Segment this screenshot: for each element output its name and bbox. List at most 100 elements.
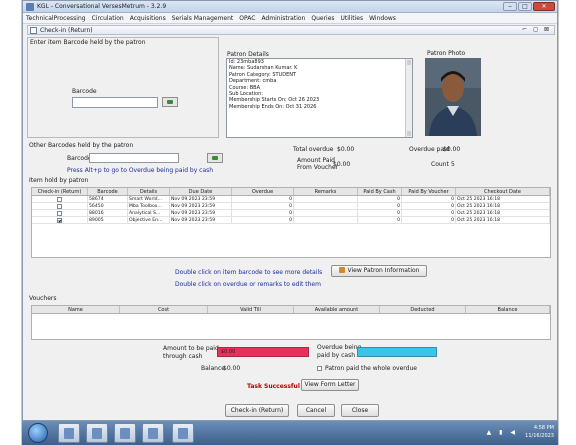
overdue-cash-field[interactable] bbox=[357, 347, 437, 357]
col-balance[interactable]: Balance bbox=[466, 306, 550, 313]
taskbar-app-icon[interactable] bbox=[86, 423, 108, 443]
taskbar-app-icon[interactable] bbox=[114, 423, 136, 443]
other-barcode-label: Barcode bbox=[67, 155, 92, 162]
table-row[interactable]: 56450 Mba Toolbox... Nov 09 2023 23:59 0… bbox=[32, 203, 550, 210]
cell-barcode[interactable]: 58674 bbox=[88, 196, 128, 202]
vouchers-table bbox=[31, 314, 551, 340]
cell-overdue[interactable]: 0 bbox=[232, 203, 294, 209]
menu-utilities[interactable]: Utilities bbox=[338, 13, 367, 22]
taskbar: ▲ ▮ ◀ 4:58 PM 11/16/2023 bbox=[22, 421, 558, 445]
col-deducted[interactable]: Deducted bbox=[380, 306, 466, 313]
items-heading: Item hold by patron bbox=[29, 177, 89, 184]
barcode-heading: Enter item Barcode held by the patron bbox=[30, 39, 146, 46]
minimize-button[interactable]: ‒ bbox=[503, 2, 517, 11]
col-details[interactable]: Details bbox=[128, 188, 170, 195]
col-voucher-name[interactable]: Name bbox=[32, 306, 120, 313]
app-icon bbox=[26, 3, 34, 11]
amount-cash-field[interactable]: $0.00 bbox=[217, 347, 309, 357]
col-valid-till[interactable]: Valid Till bbox=[208, 306, 294, 313]
cell-barcode[interactable]: 89005 bbox=[88, 217, 128, 223]
menu-technical-processing[interactable]: TechnicalProcessing bbox=[23, 13, 89, 22]
close-window-button[interactable]: ✕ bbox=[533, 2, 555, 11]
cell-paid-voucher: 0 bbox=[402, 210, 456, 216]
cell-paid-cash: 0 bbox=[358, 210, 402, 216]
barcode-label: Barcode bbox=[72, 88, 97, 95]
barcode-details-hint: Double click on item barcode to see more… bbox=[175, 269, 323, 276]
cell-overdue[interactable]: 0 bbox=[232, 196, 294, 202]
paid-whole-checkbox[interactable] bbox=[317, 366, 322, 371]
col-remarks[interactable]: Remarks bbox=[294, 188, 358, 195]
right-margin bbox=[558, 0, 576, 445]
taskbar-app-icon[interactable] bbox=[142, 423, 164, 443]
cell-overdue[interactable]: 0 bbox=[232, 210, 294, 216]
cell-remarks[interactable] bbox=[294, 217, 358, 223]
menu-opac[interactable]: OPAC bbox=[236, 13, 258, 22]
menu-queries[interactable]: Queries bbox=[308, 13, 337, 22]
table-row[interactable]: 89005 Objective En... Nov 09 2023 23:59 … bbox=[32, 217, 550, 224]
col-due-date[interactable]: Due Date bbox=[170, 188, 232, 195]
taskbar-folder-icon[interactable] bbox=[172, 423, 194, 443]
cell-barcode[interactable]: 56450 bbox=[88, 203, 128, 209]
menu-circulation[interactable]: Circulation bbox=[89, 13, 127, 22]
count-label: Count bbox=[431, 161, 449, 168]
other-barcode-input[interactable] bbox=[89, 153, 179, 163]
frame-controls[interactable]: ⌐ ◻ ⊠ bbox=[522, 26, 551, 33]
col-voucher-cost[interactable]: Cost bbox=[120, 306, 208, 313]
other-barcode-go-button[interactable] bbox=[207, 153, 223, 163]
cell-overdue[interactable]: 0 bbox=[232, 217, 294, 223]
view-patron-info-button[interactable]: View Patron Information bbox=[331, 265, 427, 277]
cell-remarks[interactable] bbox=[294, 210, 358, 216]
view-form-letter-button[interactable]: View Form Letter bbox=[301, 379, 359, 391]
alt-p-hint: Press Alt+p to go to Overdue being paid … bbox=[67, 167, 214, 174]
view-patron-info-label: View Patron Information bbox=[347, 267, 420, 274]
cell-barcode[interactable]: 88016 bbox=[88, 210, 128, 216]
patron-photo bbox=[425, 58, 481, 136]
col-paid-voucher[interactable]: Paid By Voucher bbox=[402, 188, 456, 195]
cell-paid-cash: 0 bbox=[358, 203, 402, 209]
patron-photo-heading: Patron Photo bbox=[427, 50, 466, 57]
start-button-icon[interactable] bbox=[28, 423, 48, 443]
patron-details-heading: Patron Details bbox=[227, 51, 269, 58]
details-scrollbar[interactable] bbox=[405, 59, 412, 137]
paid-whole-label: Patron paid the whole overdue bbox=[325, 365, 417, 372]
col-overdue[interactable]: Overdue bbox=[232, 188, 294, 195]
menu-windows[interactable]: Windows bbox=[366, 13, 399, 22]
close-button[interactable]: Close bbox=[341, 404, 379, 417]
row-checkbox[interactable] bbox=[57, 197, 62, 202]
cell-remarks[interactable] bbox=[294, 196, 358, 202]
system-clock[interactable]: 4:58 PM 11/16/2023 bbox=[525, 424, 554, 440]
cell-paid-voucher: 0 bbox=[402, 196, 456, 202]
amount-paid-value: $0.00 bbox=[333, 161, 351, 168]
cell-due-date: Nov 09 2023 23:59 bbox=[170, 196, 232, 202]
frame-title: Check-in (Return) bbox=[40, 27, 93, 34]
barcode-panel: Enter item Barcode held by the patron Ba… bbox=[27, 37, 219, 138]
col-barcode[interactable]: Barcode bbox=[88, 188, 128, 195]
desktop-screen: KGL - Conversational VersesMetrum - 3.2.… bbox=[0, 0, 576, 445]
maximize-button[interactable]: □ bbox=[518, 2, 532, 11]
table-row[interactable]: 58674 Smart World... Nov 09 2023 23:59 0… bbox=[32, 196, 550, 203]
cell-remarks[interactable] bbox=[294, 203, 358, 209]
tray-icons[interactable]: ▲ ▮ ◀ bbox=[487, 429, 518, 436]
col-paid-cash[interactable]: Paid By Cash bbox=[358, 188, 402, 195]
col-checkin[interactable]: Check-in (Return) bbox=[32, 188, 88, 195]
menu-serials-management[interactable]: Serials Management bbox=[169, 13, 237, 22]
barcode-go-button[interactable] bbox=[162, 97, 178, 107]
row-checkbox[interactable] bbox=[57, 211, 62, 216]
barcode-input[interactable] bbox=[72, 97, 158, 108]
total-overdue-value: $0.00 bbox=[337, 146, 355, 153]
row-checkbox-checked[interactable] bbox=[57, 218, 62, 223]
col-checkout-date[interactable]: Checkout Date bbox=[456, 188, 550, 195]
menu-acquisitions[interactable]: Acquisitions bbox=[127, 13, 169, 22]
patron-details-box[interactable]: Id: 23mba893 Name: Sudarshan Kumar. K Pa… bbox=[226, 58, 413, 138]
menu-administration[interactable]: Administration bbox=[258, 13, 308, 22]
table-row[interactable]: 88016 Analytical S... Nov 09 2023 23:59 … bbox=[32, 210, 550, 217]
internal-frame-title: Check-in (Return) ⌐ ◻ ⊠ bbox=[27, 25, 555, 35]
col-available-amount[interactable]: Available amount bbox=[294, 306, 380, 313]
taskbar-app-icon[interactable] bbox=[58, 423, 80, 443]
checkin-return-button[interactable]: Check-in (Return) bbox=[225, 404, 289, 417]
row-checkbox[interactable] bbox=[57, 204, 62, 209]
cell-paid-cash: 0 bbox=[358, 196, 402, 202]
cell-due-date: Nov 09 2023 23:59 bbox=[170, 217, 232, 223]
amount-cash-value: $0.00 bbox=[221, 349, 236, 355]
cancel-button[interactable]: Cancel bbox=[297, 404, 335, 417]
